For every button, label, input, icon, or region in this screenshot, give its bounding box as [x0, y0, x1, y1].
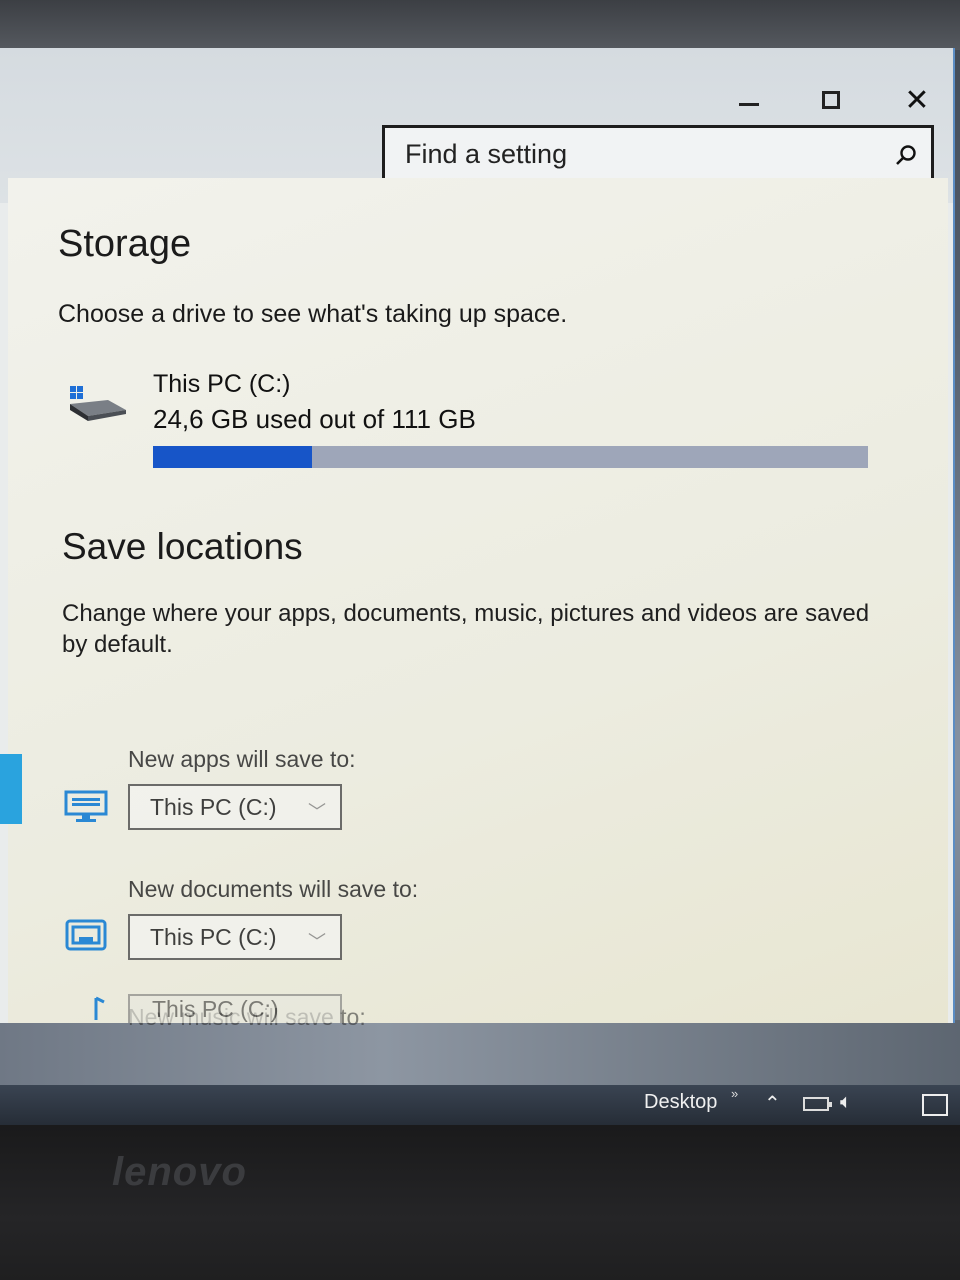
documents-location-dropdown[interactable]: This PC (C:) ﹀	[128, 914, 342, 960]
apps-location-value: This PC (C:)	[150, 793, 277, 820]
storage-page: Storage Choose a drive to see what's tak…	[8, 178, 948, 1030]
apps-save-label: New apps will save to:	[128, 746, 356, 772]
maximize-button[interactable]	[806, 80, 856, 120]
search-input[interactable]: Find a setting	[382, 125, 934, 183]
save-locations-description: Change where your apps, documents, music…	[62, 600, 870, 658]
monitor-icon	[64, 790, 108, 822]
drive-usage-bar	[153, 446, 868, 468]
music-location-value: This PC (C:)	[152, 996, 279, 1022]
top-bezel	[0, 0, 960, 50]
chevron-down-icon: ﹀	[308, 932, 326, 952]
documents-icon	[65, 919, 107, 951]
more-toolbar-chevron-icon[interactable]: »	[731, 1086, 738, 1101]
desktop-toolbar-label[interactable]: Desktop	[644, 1091, 717, 1114]
page-subtitle: Choose a drive to see what's taking up s…	[58, 300, 568, 328]
music-location-dropdown[interactable]: This PC (C:)	[128, 994, 342, 1023]
drive-usage-text: 24,6 GB used out of 111 GB	[153, 404, 476, 434]
taskbar: Desktop » ⌃ 🔈︎	[0, 1085, 960, 1125]
settings-window: ✕ Find a setting Storage Choose a drive …	[0, 48, 955, 1030]
accent-strip	[0, 754, 22, 824]
drive-icon[interactable]	[68, 380, 128, 424]
maximize-icon	[822, 91, 840, 109]
volume-icon[interactable]: 🔈︎	[840, 1091, 852, 1114]
minimize-button[interactable]	[724, 80, 774, 120]
page-title: Storage	[58, 223, 192, 265]
save-locations-heading: Save locations	[62, 526, 303, 567]
drive-name[interactable]: This PC (C:)	[153, 370, 291, 399]
close-button[interactable]: ✕	[892, 80, 942, 120]
brand-logo: lenovo	[112, 1150, 247, 1194]
search-placeholder: Find a setting	[405, 138, 568, 169]
apps-location-dropdown[interactable]: This PC (C:) ﹀	[128, 784, 342, 830]
laptop-bezel	[0, 1125, 960, 1280]
documents-save-label: New documents will save to:	[128, 876, 419, 902]
chevron-down-icon: ﹀	[308, 802, 326, 822]
music-note-icon	[94, 996, 105, 1020]
show-hidden-icons-icon[interactable]: ⌃	[764, 1091, 781, 1116]
battery-icon[interactable]	[803, 1097, 832, 1111]
search-icon[interactable]	[895, 144, 917, 166]
minimize-icon	[739, 102, 759, 106]
action-center-icon[interactable]	[922, 1094, 948, 1116]
drive-usage-fill	[153, 446, 312, 468]
documents-location-value: This PC (C:)	[150, 923, 277, 950]
